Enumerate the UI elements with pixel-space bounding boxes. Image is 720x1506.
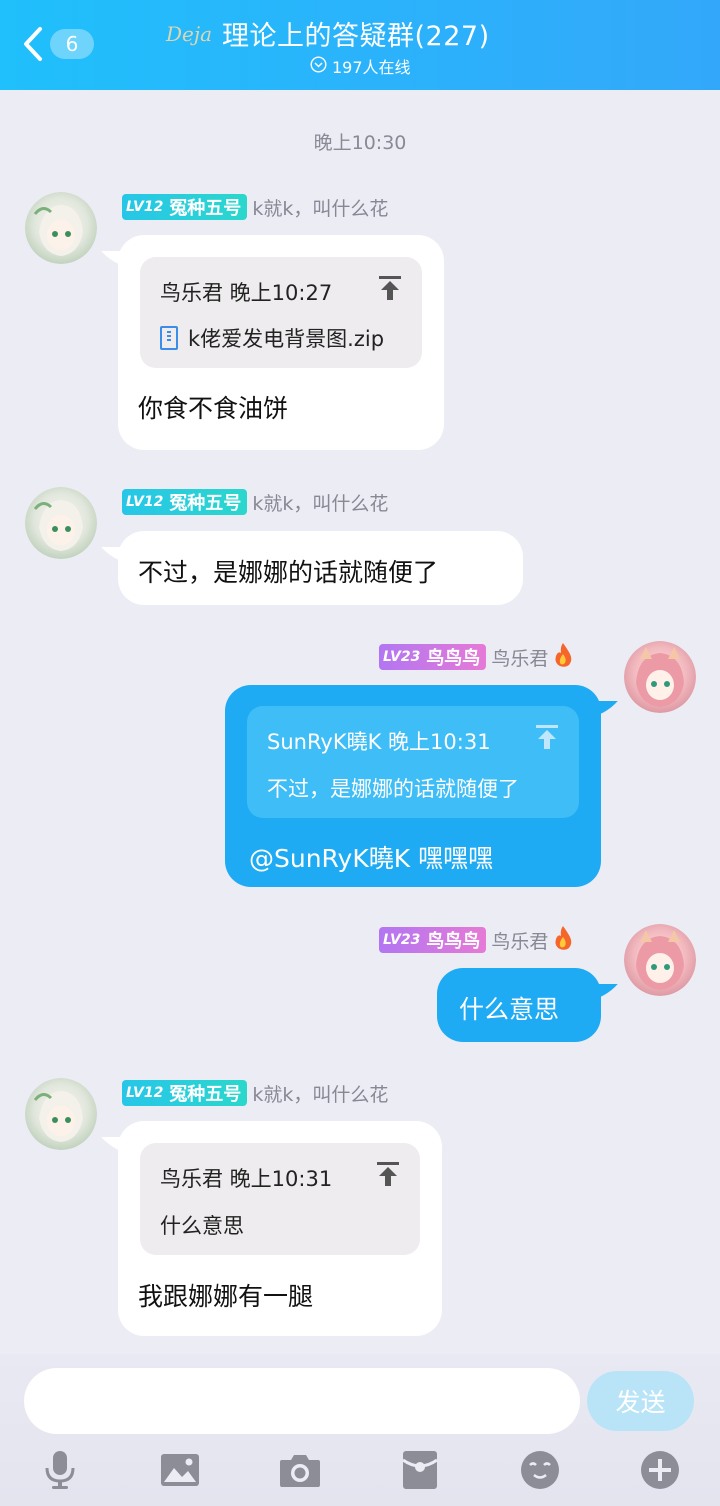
sender-name[interactable]: 鸟乐君 (491, 644, 548, 671)
message-bubble[interactable]: 什么意思 (437, 968, 618, 1042)
avatar[interactable] (624, 641, 696, 713)
avatar[interactable] (25, 192, 97, 264)
message-input[interactable] (24, 1368, 580, 1434)
unread-count-badge: 6 (50, 29, 94, 59)
message-text: 什么意思 (459, 995, 560, 1024)
quote-text: 什么意思 (160, 1214, 244, 1238)
chat-toolbar (0, 1440, 720, 1500)
quote-text: 不过，是娜娜的话就随便了 (267, 777, 519, 801)
sender-name[interactable]: 鸟乐君 (491, 927, 548, 954)
level-badge: LV23 鸟鸟鸟 (379, 644, 487, 670)
red-packet-icon[interactable] (398, 1448, 442, 1492)
jump-to-top-icon[interactable] (378, 275, 402, 307)
quote-header: 鸟乐君 晚上10:31 (160, 1167, 333, 1191)
chat-header: 6 Deja 理论上的答疑群(227) 197人在线 (0, 0, 720, 90)
camera-icon[interactable] (278, 1448, 322, 1492)
sender-meta: LV23 鸟鸟鸟 鸟乐君 (379, 925, 574, 955)
sender-meta: LV12 冤种五号 k就k，叫什么花 (122, 487, 388, 517)
group-title[interactable]: 理论上的答疑群(227) (222, 14, 490, 53)
online-count: 197人在线 (332, 58, 411, 77)
sender-name[interactable]: k就k，叫什么花 (252, 194, 388, 221)
message-bubble[interactable]: SunRyK曉K 晚上10:31 不过，是娜娜的话就随便了 @SunRyK曉K … (225, 685, 618, 887)
message-bubble[interactable]: 鸟乐君 晚上10:31 什么意思 我跟娜娜有一腿 (101, 1121, 442, 1336)
message-bubble[interactable]: 不过，是娜娜的话就随便了 (101, 531, 523, 605)
avatar[interactable] (624, 924, 696, 996)
quoted-message[interactable]: SunRyK曉K 晚上10:31 不过，是娜娜的话就随便了 (247, 706, 579, 818)
sender-meta: LV23 鸟鸟鸟 鸟乐君 (379, 642, 574, 672)
plus-icon[interactable] (638, 1448, 682, 1492)
level-badge: LV12 冤种五号 (122, 489, 248, 515)
quote-header: 鸟乐君 晚上10:27 (160, 281, 333, 305)
sender-meta: LV12 冤种五号 k就k，叫什么花 (122, 192, 388, 222)
quote-header: SunRyK曉K 晚上10:31 (267, 730, 491, 754)
quoted-message[interactable]: 鸟乐君 晚上10:27 k佬爱发电背景图.zip (140, 257, 422, 368)
quote-file[interactable]: k佬爱发电背景图.zip (160, 323, 384, 353)
chevron-down-circle-icon (310, 55, 332, 77)
level-badge: LV12 冤种五号 (122, 1080, 248, 1106)
level-badge: LV12 冤种五号 (122, 194, 248, 220)
message-text: 我跟娜娜有一腿 (138, 1282, 314, 1311)
level-badge: LV23 鸟鸟鸟 (379, 927, 487, 953)
zip-file-icon (160, 326, 178, 350)
fire-icon (552, 925, 574, 955)
message-text: 你食不食油饼 (138, 394, 289, 423)
avatar[interactable] (25, 487, 97, 559)
sender-name[interactable]: k就k，叫什么花 (252, 1080, 388, 1107)
back-button[interactable]: 6 (22, 22, 108, 66)
send-button[interactable]: 发送 (587, 1371, 694, 1431)
online-status[interactable]: 197人在线 (310, 54, 411, 78)
emoji-icon[interactable] (518, 1448, 562, 1492)
message-bubble[interactable]: 鸟乐君 晚上10:27 k佬爱发电背景图.zip 你食不食油饼 (101, 235, 444, 450)
chevron-left-icon (22, 26, 44, 62)
jump-to-top-icon[interactable] (376, 1161, 400, 1193)
message-text: 不过，是娜娜的话就随便了 (138, 558, 439, 587)
fire-icon (552, 642, 574, 672)
sender-name[interactable]: k就k，叫什么花 (252, 489, 388, 516)
sender-meta: LV12 冤种五号 k就k，叫什么花 (122, 1078, 388, 1108)
jump-to-top-icon[interactable] (535, 724, 559, 756)
microphone-icon[interactable] (38, 1448, 82, 1492)
image-icon[interactable] (158, 1448, 202, 1492)
quoted-message[interactable]: 鸟乐君 晚上10:31 什么意思 (140, 1143, 420, 1255)
message-text: @SunRyK曉K 嘿嘿嘿 (249, 844, 494, 873)
avatar[interactable] (25, 1078, 97, 1150)
time-divider: 晚上10:30 (313, 132, 407, 154)
group-logo: Deja (166, 22, 212, 46)
